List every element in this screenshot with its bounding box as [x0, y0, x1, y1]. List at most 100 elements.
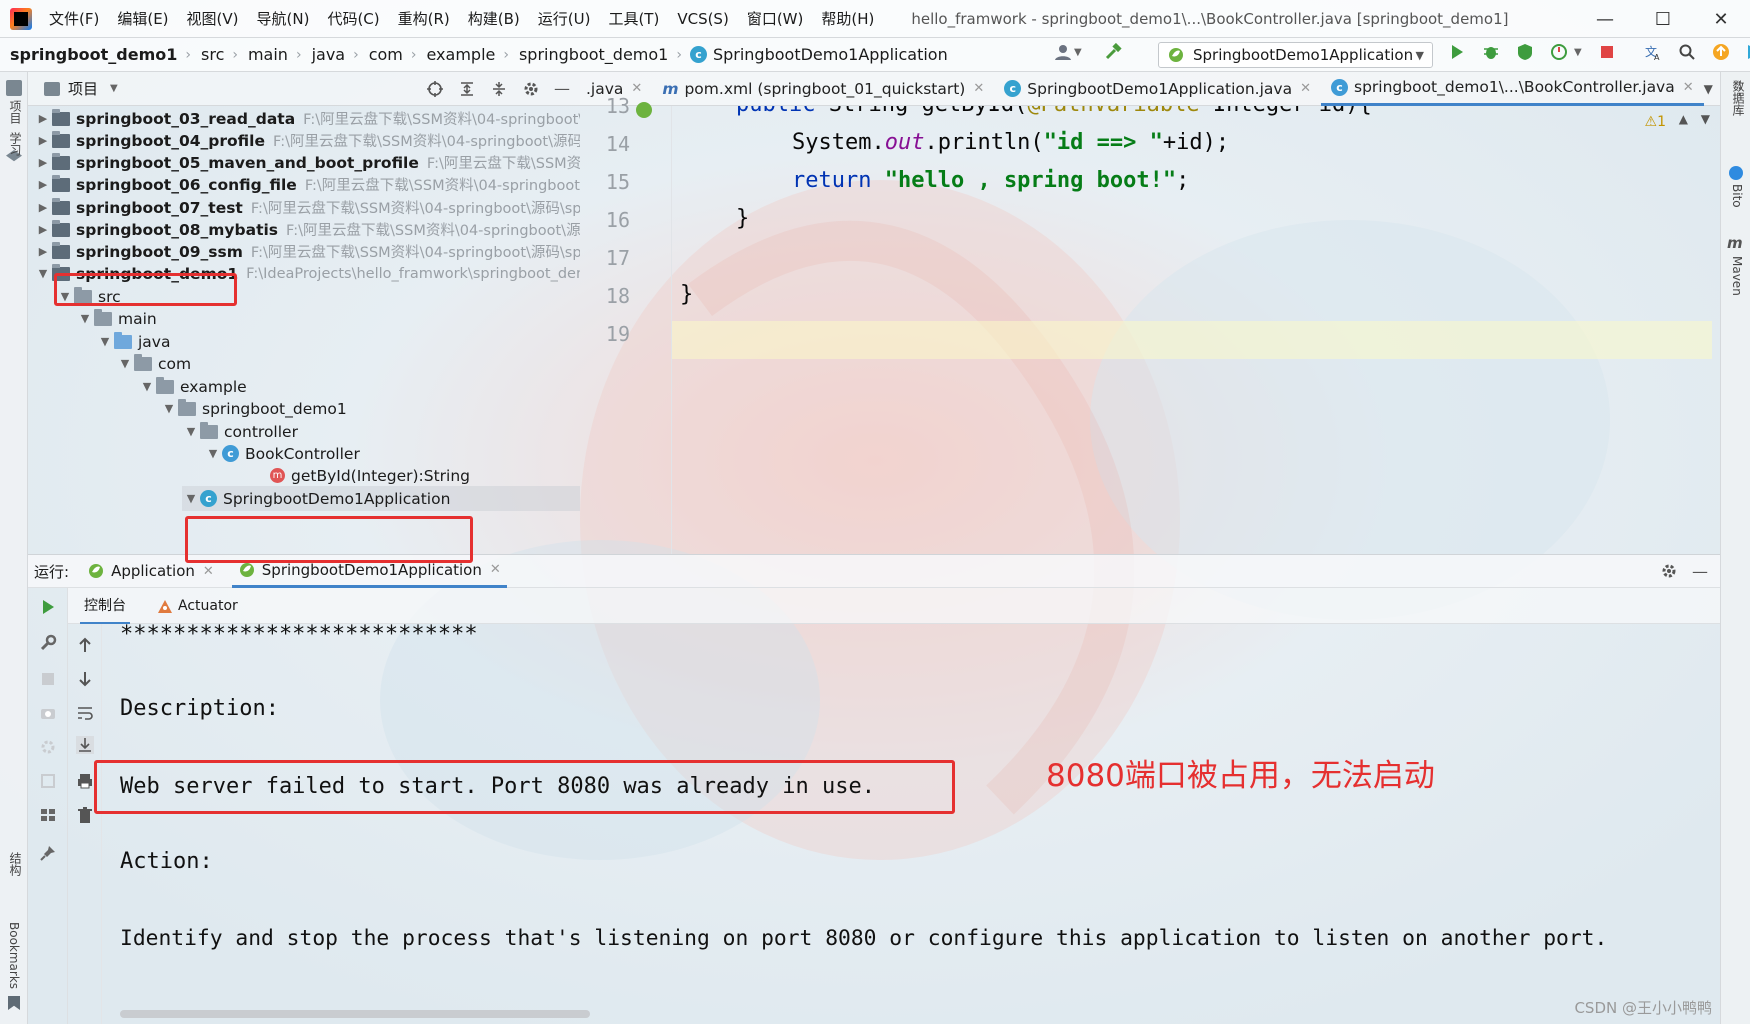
chevron-down-icon[interactable]: ▼ — [182, 425, 200, 438]
soft-wrap-icon[interactable] — [76, 704, 94, 722]
menu-run[interactable]: 运行(U) — [529, 0, 600, 38]
menu-build[interactable]: 构建(B) — [459, 0, 529, 38]
chevron-down-icon[interactable]: ▼ — [1074, 47, 1082, 58]
chevron-down-icon[interactable]: ▼ — [1701, 112, 1710, 126]
stop-icon[interactable] — [1598, 43, 1616, 61]
close-window-button[interactable]: ✕ — [1692, 0, 1750, 38]
menu-navigate[interactable]: 导航(N) — [248, 0, 319, 38]
bito-icon[interactable] — [1729, 166, 1743, 180]
menu-tools[interactable]: 工具(T) — [599, 0, 668, 38]
user-icon[interactable] — [1054, 43, 1072, 61]
search-icon[interactable] — [1678, 43, 1696, 61]
hide-panel-icon[interactable]: — — [1692, 562, 1708, 581]
tree-item-method[interactable]: m getById(Integer):String — [270, 463, 470, 488]
menu-help[interactable]: 帮助(H) — [812, 0, 883, 38]
chevron-down-icon[interactable]: ▼ — [1704, 82, 1713, 96]
bookmark-icon[interactable] — [8, 996, 20, 1010]
breadcrumb-java[interactable]: java — [302, 45, 346, 64]
chevron-down-icon[interactable]: ▼ — [116, 357, 134, 370]
close-icon[interactable]: ✕ — [490, 562, 501, 577]
breadcrumb-main[interactable]: main — [238, 45, 288, 64]
chevron-right-icon[interactable]: ▶ — [34, 223, 52, 236]
translate-icon[interactable]: 文A — [1644, 43, 1662, 61]
chevron-right-icon[interactable]: ▶ — [34, 245, 52, 258]
more-options-icon[interactable]: ⋮ — [1731, 78, 1749, 99]
menu-edit[interactable]: 编辑(E) — [108, 0, 177, 38]
breadcrumb-com[interactable]: com — [359, 45, 403, 64]
close-icon[interactable]: ✕ — [1683, 80, 1694, 95]
bito-tool-label[interactable]: Bito — [1730, 184, 1744, 208]
close-icon[interactable]: ✕ — [203, 564, 214, 579]
build-hammer-icon[interactable] — [1104, 43, 1122, 61]
plugin-logo-icon[interactable] — [1746, 43, 1750, 61]
learn-tool-label[interactable]: 学习 — [7, 132, 24, 156]
scroll-to-end-icon[interactable] — [76, 736, 94, 754]
menu-refactor[interactable]: 重构(R) — [389, 0, 459, 38]
chevron-right-icon[interactable]: ▶ — [34, 178, 52, 191]
chevron-down-icon[interactable]: ▼ — [138, 380, 156, 393]
debug-icon[interactable] — [1482, 43, 1500, 61]
console-output[interactable]: *************************** Description:… — [102, 624, 1720, 1024]
tab-pom-xml[interactable]: m pom.xml (springboot_01_quickstart) ✕ — [652, 72, 994, 106]
pin-icon[interactable] — [39, 844, 57, 862]
rerun-icon[interactable] — [39, 598, 57, 616]
chevron-down-icon[interactable]: ▼ — [96, 335, 114, 348]
menu-window[interactable]: 窗口(W) — [738, 0, 813, 38]
breadcrumb-project[interactable]: springboot_demo1 — [0, 45, 177, 64]
restore-layout-icon[interactable] — [39, 772, 57, 790]
profile-icon[interactable] — [1550, 43, 1568, 61]
gear-icon[interactable] — [522, 80, 540, 98]
project-tool-label[interactable]: 项目 — [7, 100, 24, 124]
tree-item-module[interactable]: ▶ springboot_06_config_file F:\阿里云盘下载\SSM… — [34, 172, 580, 197]
run-tab-application[interactable]: Application ✕ — [87, 562, 214, 580]
coverage-icon[interactable] — [1516, 43, 1534, 61]
chevron-down-icon[interactable]: ▼ — [182, 492, 200, 505]
trash-icon[interactable] — [76, 806, 94, 824]
breadcrumb-package[interactable]: springboot_demo1 — [509, 45, 668, 64]
update-icon[interactable] — [1712, 43, 1730, 61]
run-configuration-select[interactable]: SpringbootDemo1Application ▼ — [1158, 42, 1433, 68]
print-icon[interactable] — [76, 772, 94, 790]
tab-console[interactable]: 控制台 — [80, 588, 130, 624]
tree-item-com[interactable]: ▼ com — [116, 351, 191, 376]
close-icon[interactable]: ✕ — [1300, 81, 1311, 96]
tab-application-java[interactable]: c SpringbootDemo1Application.java ✕ — [994, 72, 1321, 106]
layout-icon[interactable] — [39, 806, 57, 824]
menu-view[interactable]: 视图(V) — [178, 0, 248, 38]
expand-all-icon[interactable] — [458, 80, 476, 98]
chevron-right-icon[interactable]: ▶ — [34, 134, 52, 147]
tab-actuator[interactable]: Actuator — [156, 597, 238, 615]
chevron-right-icon[interactable]: ▶ — [34, 201, 52, 214]
close-icon[interactable]: ✕ — [973, 81, 984, 96]
structure-tool-label[interactable]: 结构 — [7, 852, 24, 876]
project-panel-title[interactable]: 项目 — [68, 78, 98, 99]
run-icon[interactable] — [1448, 43, 1466, 61]
code-editor[interactable]: public String getById(@PathVariable Inte… — [672, 106, 1720, 554]
bookmarks-tool-label[interactable]: Bookmarks — [7, 922, 21, 989]
scroll-up-icon[interactable] — [76, 636, 94, 654]
scroll-down-icon[interactable] — [76, 670, 94, 688]
chevron-right-icon[interactable]: ▶ — [34, 112, 52, 125]
maximize-button[interactable]: ☐ — [1634, 0, 1692, 38]
chevron-right-icon[interactable]: ▶ — [34, 156, 52, 169]
chevron-up-icon[interactable]: ▲ — [1679, 112, 1688, 126]
camera-icon[interactable] — [39, 704, 57, 722]
chevron-down-icon[interactable]: ▼ — [160, 402, 178, 415]
chevron-down-icon[interactable]: ▼ — [1574, 47, 1582, 58]
collapse-all-icon[interactable] — [490, 80, 508, 98]
tree-item-main[interactable]: ▼ main — [76, 306, 157, 331]
hide-panel-icon[interactable]: — — [554, 79, 570, 98]
endpoint-gutter-icon[interactable] — [636, 102, 652, 118]
project-tool-icon[interactable] — [6, 80, 22, 96]
breadcrumb-example[interactable]: example — [416, 45, 495, 64]
maven-tool-label[interactable]: Maven — [1730, 256, 1744, 296]
gear-icon[interactable] — [39, 738, 57, 756]
tree-item-package[interactable]: ▼ springboot_demo1 — [160, 396, 347, 421]
tree-item-app-class[interactable]: ▼ c SpringbootDemo1Application — [182, 486, 580, 511]
close-icon[interactable]: ✕ — [631, 81, 642, 96]
menu-vcs[interactable]: VCS(S) — [668, 0, 737, 38]
menu-code[interactable]: 代码(C) — [318, 0, 388, 38]
stop-icon[interactable] — [39, 670, 57, 688]
locate-file-icon[interactable] — [426, 80, 444, 98]
chevron-down-icon[interactable]: ▼ — [110, 83, 118, 94]
